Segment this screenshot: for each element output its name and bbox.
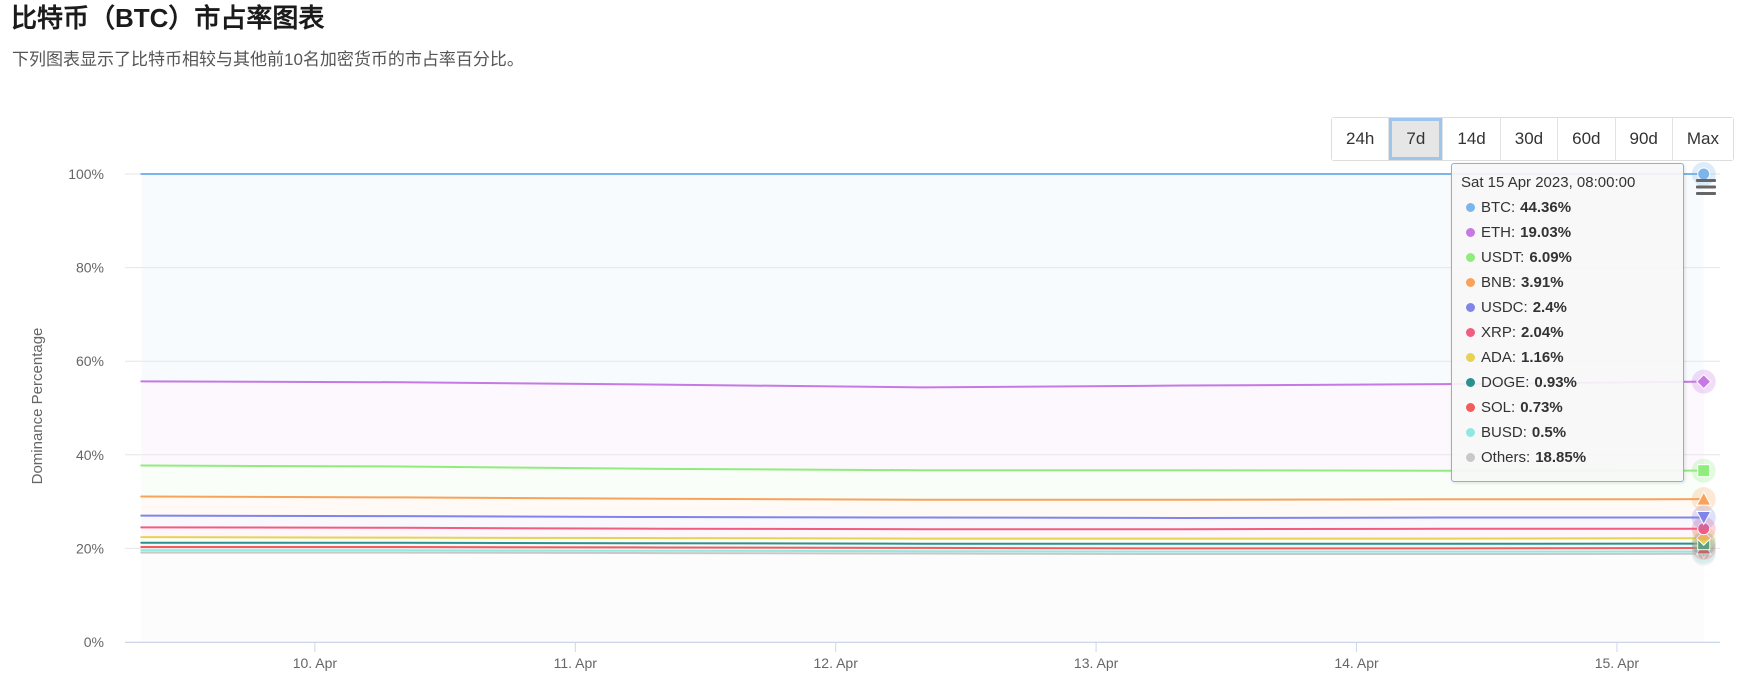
- tooltip-series-value: 44.36%: [1520, 199, 1572, 216]
- tooltip-series-name: ETH: [1481, 220, 1515, 245]
- series-line-doge[interactable]: [140, 541, 1705, 545]
- range-button-60d[interactable]: 60d: [1558, 118, 1616, 160]
- y-tick-label: 0%: [84, 634, 104, 650]
- range-button-7d[interactable]: 7d: [1389, 118, 1444, 160]
- series-dot-icon: [1466, 303, 1475, 312]
- series-dot-icon: [1466, 353, 1475, 362]
- menu-icon-bar: [1696, 185, 1716, 189]
- tooltip-row-sol: SOL 0.73%: [1461, 395, 1674, 420]
- page: 比特币（BTC）市占率图表 下列图表显示了比特币相较与其他前10名加密货币的市占…: [0, 0, 1737, 688]
- hover-marker-usdt: [1697, 464, 1711, 478]
- tooltip-date: Sat 15 Apr 2023, 08:00:00: [1461, 174, 1636, 191]
- tooltip-series-value: 2.4%: [1532, 299, 1567, 316]
- y-tick-label: 80%: [76, 260, 104, 276]
- x-tick-label: 15. Apr: [1595, 655, 1640, 671]
- chart-tooltip: Sat 15 Apr 2023, 08:00:00 BTC 44.36% ETH 19…: [1451, 163, 1684, 482]
- series-dot-icon: [1466, 453, 1475, 462]
- tooltip-series-name: XRP: [1481, 320, 1516, 345]
- menu-icon-bar: [1696, 192, 1716, 195]
- tooltip-row-ada: ADA 1.16%: [1461, 345, 1674, 370]
- chart-menu-button[interactable]: [1695, 178, 1717, 196]
- tooltip-row-busd: BUSD0.5%: [1461, 420, 1674, 445]
- x-tick-label: 11. Apr: [554, 655, 598, 671]
- tooltip-series-value: 3.91%: [1521, 274, 1564, 291]
- range-button-90d[interactable]: 90d: [1615, 118, 1673, 160]
- range-button-max[interactable]: Max: [1672, 118, 1733, 160]
- tooltip-rows: BTC44.36%ETH19.03%USDT6.09%BNB3.91%USDC2…: [1461, 195, 1674, 470]
- series-area-others: [141, 552, 1704, 642]
- tooltip-series-name: BUSD: [1481, 420, 1527, 445]
- x-tick-label: 10. Apr: [293, 655, 338, 671]
- y-tick-label: 20%: [76, 540, 104, 556]
- tooltip-series-value: 0.93%: [1534, 374, 1577, 391]
- series-dot-icon: [1466, 253, 1475, 262]
- tooltip-row-bnb: BNB 3.91%: [1461, 270, 1674, 295]
- tooltip-row-usdt: USDT 6.09%: [1461, 245, 1674, 270]
- tooltip-series-name: USDC: [1481, 295, 1528, 320]
- range-button-30d[interactable]: 30d: [1500, 118, 1559, 160]
- tooltip-row-btc: BTC 44.36%: [1461, 195, 1674, 220]
- tooltip-row-xrp: XRP 2.04%: [1461, 320, 1674, 345]
- tooltip-series-name: BNB: [1481, 270, 1516, 295]
- tooltip-series-value: 0.73%: [1520, 399, 1563, 416]
- x-tick-label: 13. Apr: [1074, 655, 1119, 671]
- tooltip-row-eth: ETH 19.03%: [1461, 220, 1674, 245]
- tooltip-series-value: 6.09%: [1529, 249, 1572, 266]
- tooltip-series-name: SOL: [1481, 395, 1515, 420]
- y-tick-label: 100%: [68, 166, 104, 182]
- y-axis-title: Dominance Percentage: [29, 328, 46, 485]
- hamburger-menu-icon: [1696, 179, 1716, 195]
- x-tick-label: 14. Apr: [1334, 655, 1379, 671]
- tooltip-series-name: DOGE: [1481, 370, 1529, 395]
- tooltip-row-doge: DOGE 0.93%: [1461, 370, 1674, 395]
- tooltip-series-value: 1.16%: [1521, 349, 1564, 366]
- tooltip-series-value: 19.03%: [1520, 224, 1572, 241]
- tooltip-series-value: 18.85%: [1535, 449, 1587, 466]
- tooltip-series-value: 0.5%: [1531, 424, 1567, 441]
- menu-icon-bar: [1696, 179, 1716, 182]
- tooltip-row-others: Others 18.85%: [1461, 445, 1674, 470]
- series-dot-icon: [1466, 403, 1475, 412]
- tooltip-series-value: 2.04%: [1521, 324, 1564, 341]
- x-tick-label: 12. Apr: [814, 655, 859, 671]
- series-dot-icon: [1466, 378, 1475, 387]
- tooltip-series-name: USDT: [1481, 245, 1524, 270]
- y-tick-label: 40%: [76, 447, 104, 463]
- tooltip-series-name: Others: [1481, 445, 1530, 470]
- range-button-24h[interactable]: 24h: [1332, 118, 1390, 160]
- series-dot-icon: [1466, 228, 1475, 237]
- series-dot-icon: [1466, 278, 1475, 287]
- tooltip-series-name: ADA: [1481, 345, 1516, 370]
- range-selector: 24h 7d 14d 30d 60d 90d Max: [1331, 117, 1734, 161]
- tooltip-row-usdc: USDC2.4%: [1461, 295, 1674, 320]
- tooltip-series-name: BTC: [1481, 195, 1515, 220]
- series-dot-icon: [1466, 203, 1475, 212]
- series-dot-icon: [1466, 328, 1475, 337]
- series-dot-icon: [1466, 428, 1475, 437]
- range-button-14d[interactable]: 14d: [1443, 118, 1501, 160]
- y-tick-label: 60%: [76, 353, 104, 369]
